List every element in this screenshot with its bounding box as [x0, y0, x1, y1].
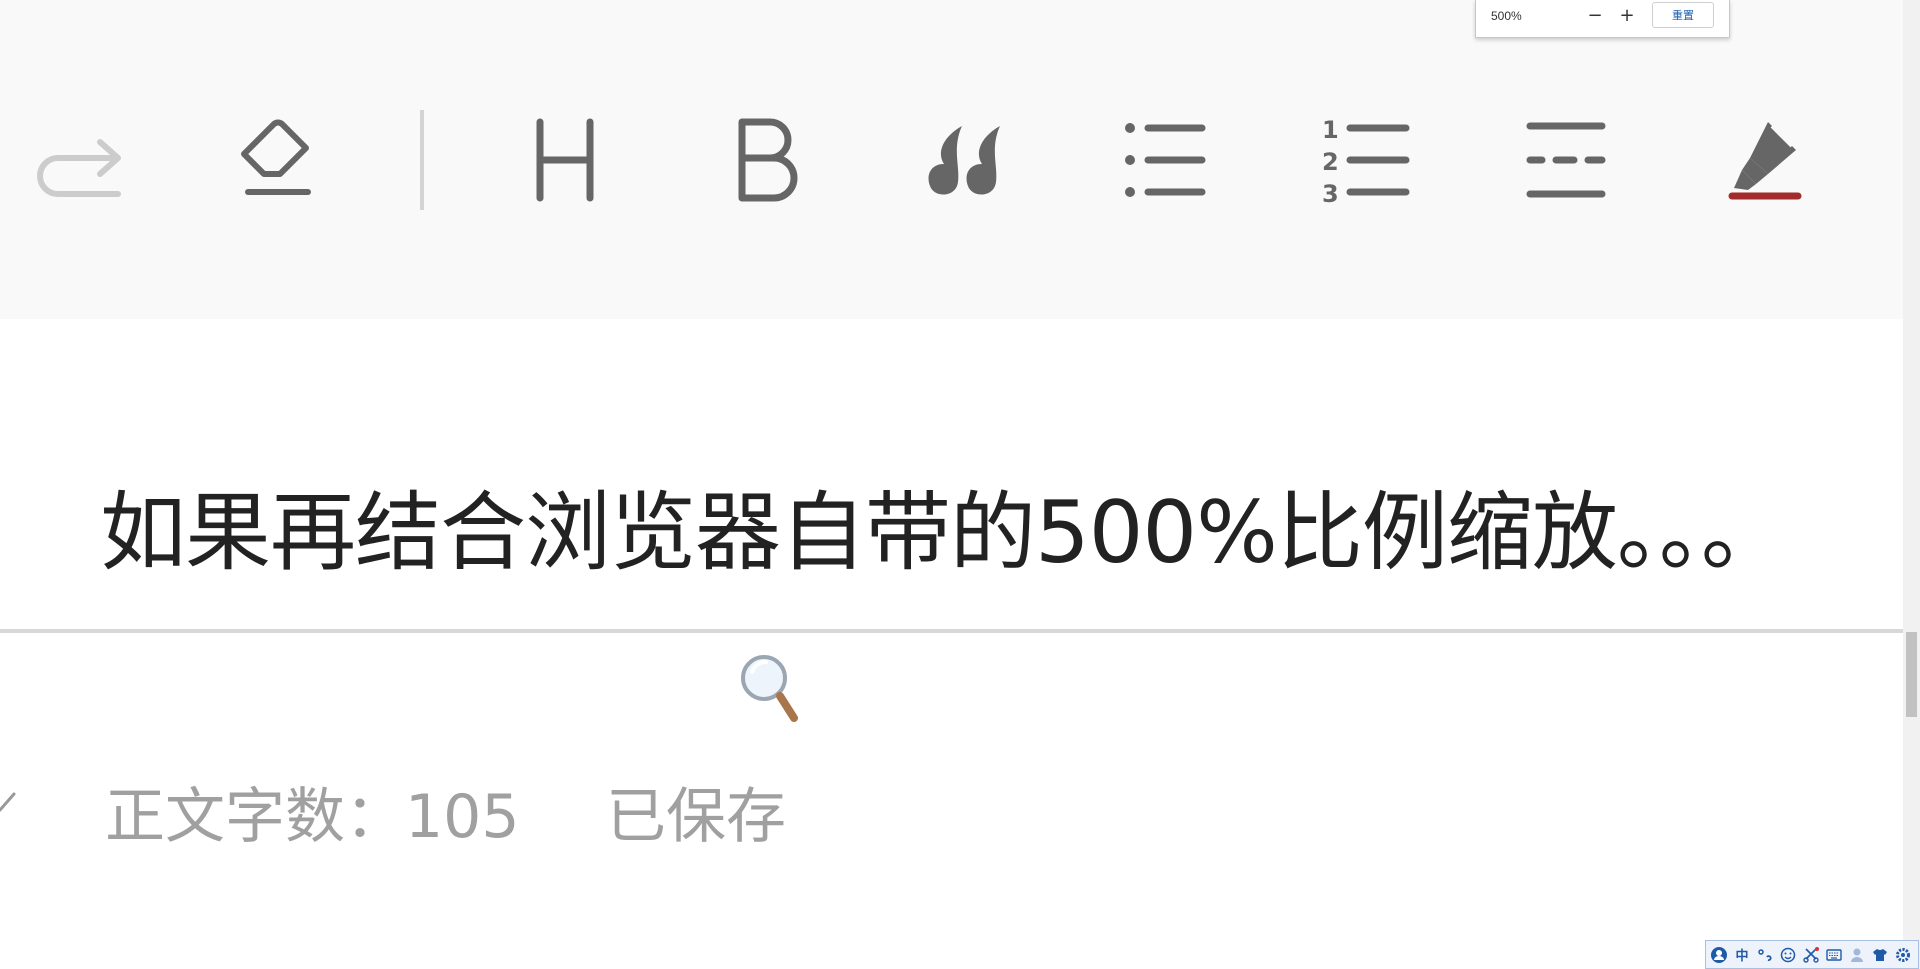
settings-icon[interactable]: [1894, 946, 1912, 964]
number-1: 1: [1322, 116, 1339, 144]
content-separator: [0, 629, 1903, 633]
shirt-icon[interactable]: [1871, 946, 1889, 964]
redo-icon[interactable]: [36, 116, 126, 206]
number-3: 3: [1322, 180, 1339, 206]
editor-content[interactable]: 如果再结合浏览器自带的500%比例缩放。。。: [100, 462, 1787, 587]
zoom-popup: 500% − + 重置: [1475, 0, 1730, 38]
zoom-out-button[interactable]: −: [1583, 4, 1607, 28]
user-icon[interactable]: [1710, 946, 1728, 964]
heading-icon[interactable]: [530, 118, 600, 204]
eraser-icon[interactable]: [236, 110, 326, 200]
zoom-reset-button[interactable]: 重置: [1652, 2, 1714, 28]
vertical-scrollbar[interactable]: [1903, 0, 1920, 969]
emoji-icon[interactable]: [1779, 946, 1797, 964]
word-count: 正文字数：105: [105, 782, 520, 852]
toolbar-divider: [420, 110, 424, 210]
punctuation-icon[interactable]: [1756, 946, 1774, 964]
divider-line-icon[interactable]: [1526, 120, 1606, 200]
numbered-list-icon[interactable]: 1 2 3: [1322, 116, 1410, 206]
magnifier-icon: [738, 652, 800, 728]
bullet-list-icon[interactable]: [1124, 120, 1208, 200]
save-status: 已保存: [606, 782, 786, 852]
keyboard-icon[interactable]: [1825, 946, 1843, 964]
highlighter-icon[interactable]: [1728, 114, 1818, 204]
scrollbar-thumb[interactable]: [1906, 632, 1917, 717]
ime-toolbar: 中: [1705, 940, 1919, 969]
quote-icon[interactable]: [922, 118, 1006, 202]
number-2: 2: [1322, 148, 1339, 176]
zoom-level: 500%: [1491, 9, 1522, 23]
check-mark-icon: [0, 780, 16, 820]
scissors-icon[interactable]: [1802, 946, 1820, 964]
formatting-toolbar: 1 2 3: [0, 0, 1903, 319]
zoom-in-button[interactable]: +: [1615, 4, 1639, 28]
chinese-mode-toggle[interactable]: 中: [1733, 946, 1751, 964]
person-icon[interactable]: [1848, 946, 1866, 964]
bold-icon[interactable]: [734, 118, 804, 204]
